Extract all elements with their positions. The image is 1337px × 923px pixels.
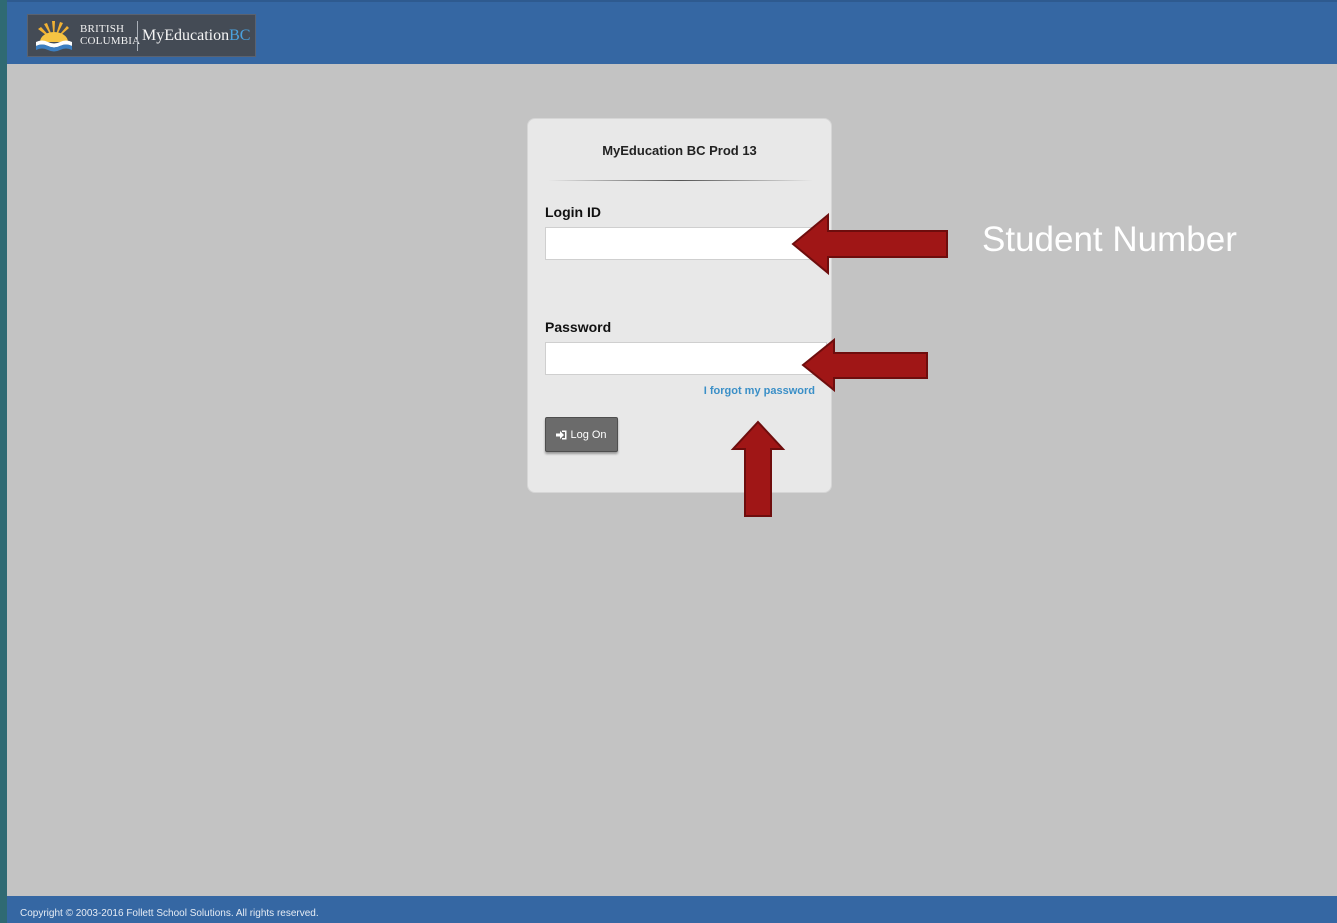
forgot-password-link[interactable]: I forgot my password xyxy=(704,385,815,397)
password-input[interactable] xyxy=(545,342,827,375)
brand-suffix: BC xyxy=(229,27,251,44)
login-card-title: MyEducation BC Prod 13 xyxy=(602,143,757,158)
bc-sunset-logo-icon xyxy=(36,21,72,52)
brand-main: MyEducation xyxy=(142,27,230,44)
logo-divider xyxy=(137,21,138,51)
logo-line-british: BRITISH xyxy=(80,23,125,35)
password-label: Password xyxy=(545,319,612,335)
title-divider xyxy=(548,180,813,181)
log-on-label: Log On xyxy=(570,428,607,441)
login-id-input[interactable] xyxy=(545,227,827,260)
top-header-bar: BRITISH COLUMBIA MyEducationBC xyxy=(7,0,1337,64)
arrow-to-log-on xyxy=(730,420,786,517)
footer-bar: Copyright © 2003-2016 Follett School Sol… xyxy=(7,896,1337,923)
brand-name: MyEducationBC xyxy=(142,27,250,45)
login-id-label: Login ID xyxy=(545,204,601,220)
app-frame: BRITISH COLUMBIA MyEducationBC MyEducati… xyxy=(7,0,1337,923)
copyright-text: Copyright © 2003-2016 Follett School Sol… xyxy=(20,908,319,919)
login-card: MyEducation BC Prod 13 Login ID Password… xyxy=(527,118,832,493)
sign-in-icon xyxy=(556,430,567,439)
student-number-annotation: Student Number xyxy=(982,220,1237,259)
arrow-to-password xyxy=(801,337,928,393)
log-on-button[interactable]: Log On xyxy=(545,417,618,452)
arrow-to-login-id xyxy=(791,212,948,276)
myeducationbc-logo[interactable]: BRITISH COLUMBIA MyEducationBC xyxy=(27,14,256,57)
logo-line-columbia: COLUMBIA xyxy=(80,35,141,47)
bc-wordmark: BRITISH COLUMBIA xyxy=(80,24,140,47)
